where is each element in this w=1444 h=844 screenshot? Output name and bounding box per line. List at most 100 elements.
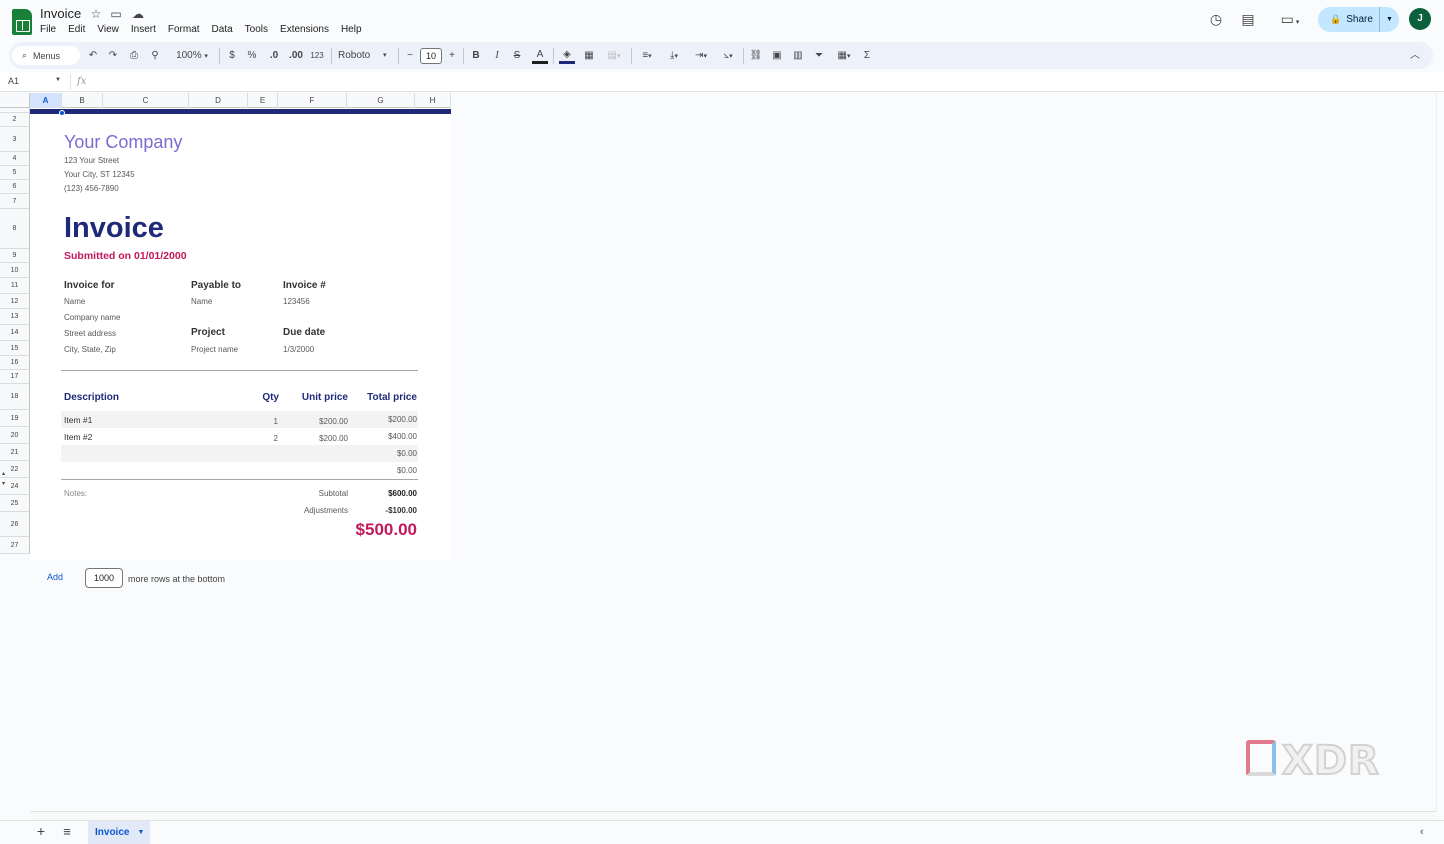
menu-data[interactable]: Data	[212, 24, 233, 35]
selection-handle[interactable]	[59, 110, 65, 116]
insert-comment-icon[interactable]: ▣	[770, 48, 784, 64]
add-rows-button[interactable]: Add	[47, 572, 63, 582]
row-header[interactable]: 26	[0, 512, 29, 537]
row-header[interactable]: 4	[0, 152, 29, 166]
comments-icon[interactable]: ▤	[1239, 11, 1257, 28]
column-header[interactable]: F	[278, 93, 347, 108]
vertical-align-icon[interactable]: ⤓▾	[663, 48, 685, 64]
filter-icon[interactable]: ⏷	[812, 48, 826, 64]
select-all-corner[interactable]	[0, 93, 30, 108]
group-expand-icon[interactable]: ▾	[2, 480, 5, 487]
font-size-input[interactable]: 10	[420, 48, 442, 64]
font-select[interactable]: Roboto ▾	[338, 48, 394, 64]
undo-icon[interactable]: ↶	[86, 48, 100, 64]
name-box-chevron-down-icon[interactable]: ▼	[55, 77, 61, 83]
row-header[interactable]: 12	[0, 294, 29, 309]
star-icon[interactable]: ☆	[88, 7, 104, 21]
row-header[interactable]: 13	[0, 309, 29, 325]
italic-button[interactable]: I	[491, 48, 503, 64]
row-header[interactable]: 9	[0, 249, 29, 263]
row-header[interactable]: 17	[0, 370, 29, 384]
row-header[interactable]: 2	[0, 113, 29, 127]
add-sheet-icon[interactable]: +	[34, 823, 48, 839]
row-header[interactable]: 8	[0, 209, 29, 249]
insert-link-icon[interactable]: ⛓	[749, 48, 763, 64]
menu-format[interactable]: Format	[168, 24, 200, 35]
text-rotation-icon[interactable]: ⦣▾	[717, 48, 739, 64]
row-header[interactable]: 25	[0, 495, 29, 512]
functions-button[interactable]: Σ	[861, 48, 873, 64]
row-header[interactable]: 16	[0, 356, 29, 370]
collapse-toolbar-icon[interactable]: ︿	[1408, 48, 1422, 64]
bold-button[interactable]: B	[470, 48, 482, 64]
sheet-tab-invoice[interactable]: Invoice ▼	[88, 821, 150, 844]
horizontal-align-icon[interactable]: ≡▾	[636, 48, 658, 64]
row-header[interactable]: 18	[0, 384, 29, 410]
name-box[interactable]: A1	[8, 76, 19, 86]
version-history-icon[interactable]: ◷	[1207, 11, 1225, 28]
column-header[interactable]: A	[30, 93, 62, 108]
menu-file[interactable]: File	[40, 24, 56, 35]
row-header[interactable]: 6	[0, 180, 29, 194]
menu-insert[interactable]: Insert	[131, 24, 156, 35]
share-button[interactable]: 🔒 Share ▼	[1318, 7, 1399, 32]
description-header: Description	[64, 392, 120, 403]
merge-cells-icon[interactable]: ▤▾	[602, 48, 626, 64]
column-header[interactable]: G	[347, 93, 415, 108]
row-header[interactable]: 14	[0, 325, 29, 341]
text-wrapping-icon[interactable]: ⇥▾	[690, 48, 712, 64]
row-header[interactable]: 21	[0, 444, 29, 461]
row-header[interactable]: 5	[0, 166, 29, 180]
sheets-logo[interactable]	[12, 9, 32, 35]
row-header[interactable]: 27	[0, 537, 29, 554]
horizontal-scrollbar[interactable]	[30, 811, 1436, 820]
share-dropdown-icon[interactable]: ▼	[1380, 16, 1399, 23]
text-color-button[interactable]: A	[532, 48, 548, 64]
column-header[interactable]: D	[189, 93, 248, 108]
borders-icon[interactable]: ▦	[582, 48, 596, 64]
increase-decimal-button[interactable]: .00	[287, 48, 305, 64]
menu-tools[interactable]: Tools	[245, 24, 268, 35]
row-header[interactable]: 10	[0, 263, 29, 278]
insert-chart-icon[interactable]: ▥	[791, 48, 805, 64]
vertical-scrollbar[interactable]	[1436, 93, 1444, 811]
font-size-increase-icon[interactable]: +	[446, 48, 458, 64]
percent-format-button[interactable]: %	[246, 48, 258, 64]
currency-format-button[interactable]: $	[226, 48, 238, 64]
print-icon[interactable]: ⎙	[127, 48, 141, 64]
filter-views-icon[interactable]: ▦▾	[832, 48, 856, 64]
menu-help[interactable]: Help	[341, 24, 362, 35]
column-header[interactable]: B	[62, 93, 103, 108]
font-size-decrease-icon[interactable]: −	[404, 48, 416, 64]
redo-icon[interactable]: ↷	[106, 48, 120, 64]
zoom-select[interactable]: 100% ▾	[170, 48, 214, 64]
fill-color-icon[interactable]: ◈	[559, 48, 575, 64]
sheet-tab-chevron-down-icon[interactable]: ▼	[137, 829, 144, 836]
menu-view[interactable]: View	[97, 24, 119, 35]
strikethrough-button[interactable]: S	[511, 48, 523, 64]
row-header[interactable]: 20	[0, 427, 29, 444]
search-menus[interactable]: ⌕ Menus	[12, 46, 80, 65]
column-header[interactable]: E	[248, 93, 278, 108]
paint-format-icon[interactable]: ⚲	[148, 48, 162, 64]
decrease-decimal-button[interactable]: .0	[266, 48, 282, 64]
meet-icon[interactable]: ▭ ▾	[1275, 11, 1305, 28]
cloud-status-icon[interactable]: ☁	[130, 7, 146, 21]
menu-extensions[interactable]: Extensions	[280, 24, 329, 35]
add-rows-count-input[interactable]: 1000	[85, 568, 123, 588]
move-folder-icon[interactable]: ▭	[108, 7, 124, 21]
row-header[interactable]: 19	[0, 410, 29, 427]
row-header[interactable]: 11	[0, 278, 29, 294]
row-header[interactable]: 15	[0, 341, 29, 356]
row-header[interactable]: 3	[0, 127, 29, 152]
column-header[interactable]: C	[103, 93, 189, 108]
group-collapse-icon[interactable]: ▴	[2, 470, 5, 477]
collapse-sidebar-icon[interactable]: ‹	[1420, 826, 1424, 838]
menu-edit[interactable]: Edit	[68, 24, 85, 35]
row-header[interactable]: 7	[0, 194, 29, 209]
number-format-button[interactable]: 123	[309, 48, 325, 64]
all-sheets-icon[interactable]: ≡	[60, 824, 74, 839]
avatar[interactable]: J	[1409, 8, 1431, 30]
column-header[interactable]: H	[415, 93, 451, 108]
document-title[interactable]: Invoice	[40, 6, 81, 21]
